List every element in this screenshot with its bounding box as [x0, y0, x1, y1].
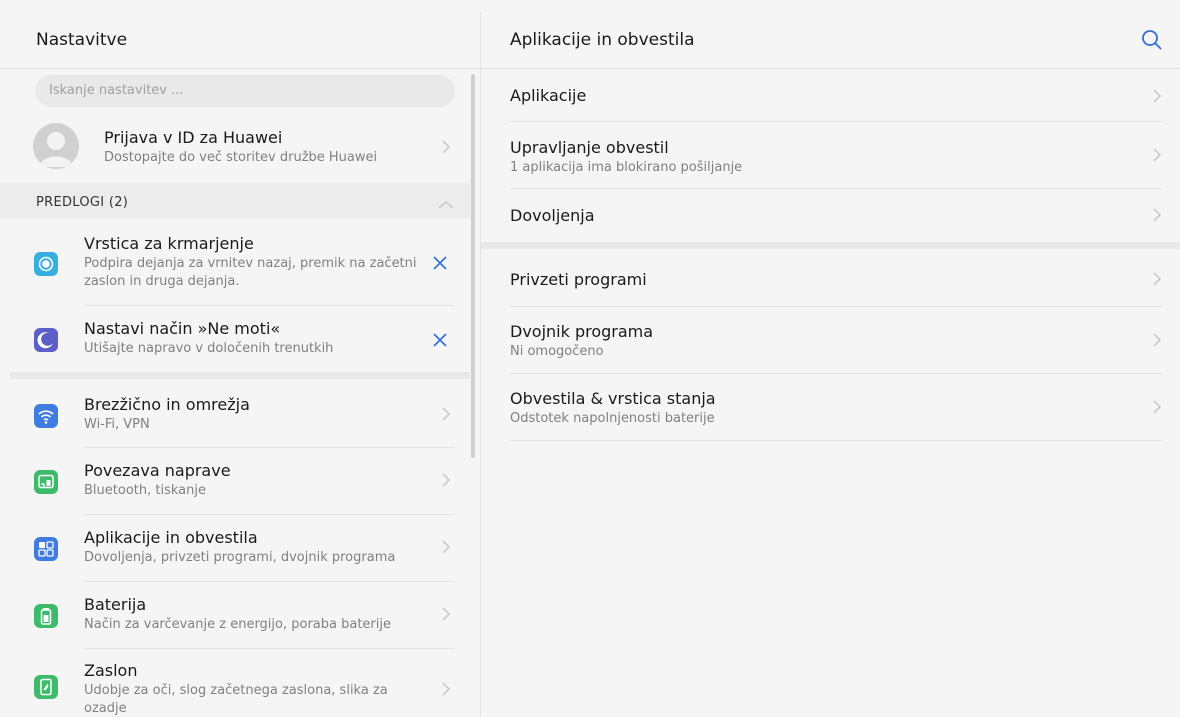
item-subtitle: Ni omogočeno — [510, 344, 604, 359]
suggestion-subtitle: Utišajte napravo v določenih trenutkih — [84, 341, 334, 356]
chevron-right-icon — [1152, 147, 1164, 163]
chevron-right-icon — [1152, 399, 1164, 415]
chevron-right-icon — [1152, 271, 1164, 287]
device-connection-icon — [34, 470, 58, 494]
account-title: Prijava v ID za Huawei — [104, 128, 283, 147]
menu-item-device-connection[interactable]: Povezava naprave Bluetooth, tiskanje — [0, 448, 470, 514]
navigation-bar-icon — [34, 252, 58, 276]
suggestion-navigation-bar[interactable]: Vrstica za krmarjenje Podpira dejanja za… — [0, 222, 470, 304]
item-title: Brezžično in omrežja — [84, 395, 250, 414]
detail-header: Aplikacije in obvestila — [481, 0, 1180, 69]
chevron-right-icon — [441, 472, 453, 488]
chevron-right-icon — [1152, 88, 1164, 104]
chevron-right-icon — [1152, 332, 1164, 348]
scrollbar[interactable] — [471, 74, 475, 458]
item-title: Obvestila & vrstica stanja — [510, 389, 716, 408]
item-title: Povezava naprave — [84, 461, 231, 480]
display-icon — [34, 675, 58, 699]
chevron-right-icon — [441, 606, 453, 622]
suggestions-header[interactable]: PREDLOGI (2) — [0, 183, 470, 218]
item-subtitle: Udobje za oči, slog začetnega zaslona, s… — [84, 683, 388, 716]
apps-grid-icon — [34, 537, 58, 561]
item-title: Dvojnik programa — [510, 322, 654, 341]
item-subtitle: Odstotek napolnjenosti baterije — [510, 411, 715, 426]
chevron-right-icon — [1152, 207, 1164, 223]
battery-icon — [34, 604, 58, 628]
item-subtitle: Dovoljenja, privzeti programi, dvojnik p… — [84, 550, 396, 565]
menu-item-notifications-status-bar[interactable]: Obvestila & vrstica stanja Odstotek napo… — [481, 374, 1180, 440]
menu-item-notification-management[interactable]: Upravljanje obvestil 1 aplikacija ima bl… — [481, 122, 1180, 188]
item-title: Zaslon — [84, 661, 138, 680]
detail-title: Aplikacije in obvestila — [510, 30, 695, 50]
settings-search-input[interactable]: Iskanje nastavitev ... — [35, 75, 455, 107]
wifi-icon — [34, 404, 58, 428]
divider — [510, 440, 1162, 441]
section-divider — [481, 242, 1180, 249]
menu-item-display[interactable]: Zaslon Udobje za oči, slog začetnega zas… — [0, 649, 470, 717]
detail-pane: Aplikacije in obvestila Aplikacije Uprav… — [481, 0, 1180, 717]
moon-icon — [34, 328, 58, 352]
menu-item-apps[interactable]: Aplikacije — [481, 69, 1180, 121]
chevron-right-icon — [441, 681, 453, 697]
item-title: Baterija — [84, 595, 147, 614]
section-divider — [10, 372, 470, 379]
search-icon[interactable] — [1140, 28, 1164, 52]
huawei-id-signin[interactable]: Prijava v ID za Huawei Dostopajte do več… — [0, 115, 470, 179]
chevron-right-icon — [441, 406, 453, 422]
suggestion-do-not-disturb[interactable]: Nastavi način »Ne moti« Utišajte napravo… — [0, 306, 470, 370]
menu-item-app-twin[interactable]: Dvojnik programa Ni omogočeno — [481, 307, 1180, 373]
suggestions-label: PREDLOGI (2) — [36, 195, 129, 210]
settings-pane: Nastavitve Iskanje nastavitev ... Prijav… — [0, 0, 480, 717]
item-title: Upravljanje obvestil — [510, 138, 669, 157]
item-title: Aplikacije in obvestila — [84, 528, 258, 547]
menu-item-wireless-networks[interactable]: Brezžično in omrežja Wi-Fi, VPN — [0, 382, 470, 446]
item-title: Privzeti programi — [510, 270, 647, 289]
menu-item-battery[interactable]: Baterija Način za varčevanje z energijo,… — [0, 582, 470, 648]
chevron-right-icon — [441, 539, 453, 555]
dismiss-close-icon[interactable] — [432, 255, 448, 271]
menu-item-default-apps[interactable]: Privzeti programi — [481, 252, 1180, 306]
settings-title: Nastavitve — [36, 30, 128, 50]
suggestion-title: Vrstica za krmarjenje — [84, 234, 254, 253]
account-subtitle: Dostopajte do več storitev družbe Huawei — [104, 150, 378, 165]
menu-item-permissions[interactable]: Dovoljenja — [481, 189, 1180, 241]
avatar-icon — [33, 123, 79, 169]
chevron-up-icon[interactable] — [438, 195, 454, 209]
chevron-right-icon — [441, 139, 453, 155]
item-subtitle: Način za varčevanje z energijo, poraba b… — [84, 617, 391, 632]
dismiss-close-icon[interactable] — [432, 332, 448, 348]
suggestion-subtitle: Podpira dejanja za vrnitev nazaj, premik… — [84, 256, 417, 289]
item-title: Dovoljenja — [510, 206, 595, 225]
item-subtitle: Bluetooth, tiskanje — [84, 483, 206, 498]
item-title: Aplikacije — [510, 86, 587, 105]
item-subtitle: Wi-Fi, VPN — [84, 417, 150, 432]
item-subtitle: 1 aplikacija ima blokirano pošiljanje — [510, 160, 743, 175]
search-placeholder: Iskanje nastavitev ... — [49, 83, 184, 98]
settings-header: Nastavitve — [0, 0, 480, 69]
menu-item-apps-notifications[interactable]: Aplikacije in obvestila Dovoljenja, priv… — [0, 515, 470, 581]
suggestion-title: Nastavi način »Ne moti« — [84, 319, 281, 338]
